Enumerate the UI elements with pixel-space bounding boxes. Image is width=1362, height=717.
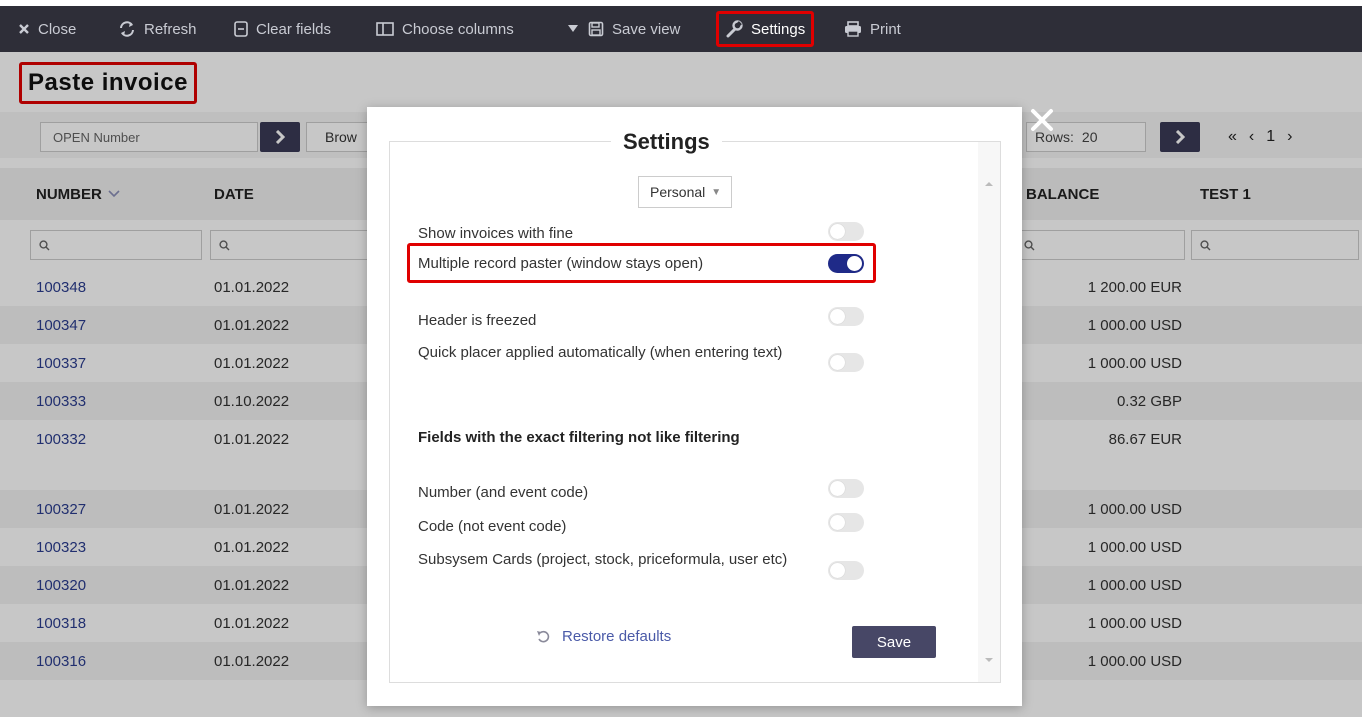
chevron-down-icon bbox=[568, 25, 578, 32]
settings-modal: Personal ▼ Show invoices with fine Multi… bbox=[367, 107, 1022, 706]
setting-label: Header is freezed bbox=[418, 312, 537, 329]
settings-button[interactable]: Settings bbox=[716, 11, 815, 47]
wrench-icon bbox=[726, 20, 743, 38]
toggle-knob bbox=[830, 309, 845, 324]
settings-label: Settings bbox=[751, 20, 806, 38]
toggle-subsystem-cards[interactable] bbox=[828, 561, 864, 580]
save-button[interactable]: Save bbox=[852, 626, 936, 658]
toggle-knob bbox=[830, 481, 845, 496]
restore-defaults-button[interactable]: Restore defaults bbox=[536, 628, 671, 645]
clear-fields-label: Clear fields bbox=[256, 20, 332, 38]
columns-icon bbox=[376, 22, 394, 36]
toggle-code-not-event[interactable] bbox=[828, 513, 864, 532]
save-view-label: Save view bbox=[612, 20, 681, 38]
settings-scroll-area: Personal ▼ Show invoices with fine Multi… bbox=[390, 142, 978, 682]
exact-filter-heading: Fields with the exact filtering not like… bbox=[418, 429, 740, 446]
top-toolbar: Close Refresh Clear fields Choose column… bbox=[0, 0, 1362, 52]
setting-label: Show invoices with fine bbox=[418, 225, 574, 242]
toggle-knob bbox=[830, 224, 845, 239]
save-view-button[interactable]: Save view bbox=[568, 12, 680, 46]
setting-label: Code (not event code) bbox=[418, 518, 567, 535]
setting-label: Subsysem Cards (project, stock, pricefor… bbox=[418, 551, 788, 568]
toggle-knob bbox=[830, 563, 845, 578]
close-icon bbox=[19, 24, 29, 34]
modal-title: Settings bbox=[611, 129, 722, 155]
restore-defaults-label: Restore defaults bbox=[562, 628, 672, 645]
undo-icon bbox=[537, 630, 550, 642]
refresh-label: Refresh bbox=[144, 20, 197, 38]
setting-label: Quick placer applied automatically (when… bbox=[418, 344, 783, 361]
choose-columns-button[interactable]: Choose columns bbox=[376, 12, 514, 46]
toggle-number-event-code[interactable] bbox=[828, 479, 864, 498]
clear-fields-button[interactable]: Clear fields bbox=[234, 12, 331, 46]
toggle-knob bbox=[830, 515, 845, 530]
clear-fields-icon bbox=[234, 21, 248, 37]
setting-label: Number (and event code) bbox=[418, 484, 589, 501]
settings-scrollbar[interactable] bbox=[978, 142, 1000, 682]
scroll-down-icon[interactable] bbox=[985, 658, 993, 662]
scope-select-value: Personal bbox=[650, 184, 706, 200]
toggle-header-freezed[interactable] bbox=[828, 307, 864, 326]
toggle-multiple-record-paster[interactable] bbox=[828, 254, 864, 273]
settings-scope-select[interactable]: Personal ▼ bbox=[638, 176, 732, 208]
toggle-knob bbox=[830, 355, 845, 370]
setting-label: Multiple record paster (window stays ope… bbox=[418, 255, 704, 272]
caret-down-icon: ▼ bbox=[711, 186, 722, 198]
close-modal-icon[interactable] bbox=[1028, 106, 1056, 134]
refresh-button[interactable]: Refresh bbox=[118, 12, 197, 46]
toggle-knob bbox=[847, 256, 862, 271]
print-label: Print bbox=[870, 20, 901, 38]
toggle-show-invoices-with-fine[interactable] bbox=[828, 222, 864, 241]
print-icon bbox=[845, 21, 861, 37]
save-icon bbox=[588, 21, 604, 37]
close-button[interactable]: Close bbox=[18, 12, 76, 46]
print-button[interactable]: Print bbox=[844, 12, 901, 46]
scroll-up-icon[interactable] bbox=[985, 182, 993, 186]
settings-fieldset: Personal ▼ Show invoices with fine Multi… bbox=[389, 141, 1001, 683]
toggle-quick-placer[interactable] bbox=[828, 353, 864, 372]
close-label: Close bbox=[38, 20, 77, 38]
choose-columns-label: Choose columns bbox=[402, 20, 514, 38]
refresh-icon bbox=[120, 21, 134, 37]
